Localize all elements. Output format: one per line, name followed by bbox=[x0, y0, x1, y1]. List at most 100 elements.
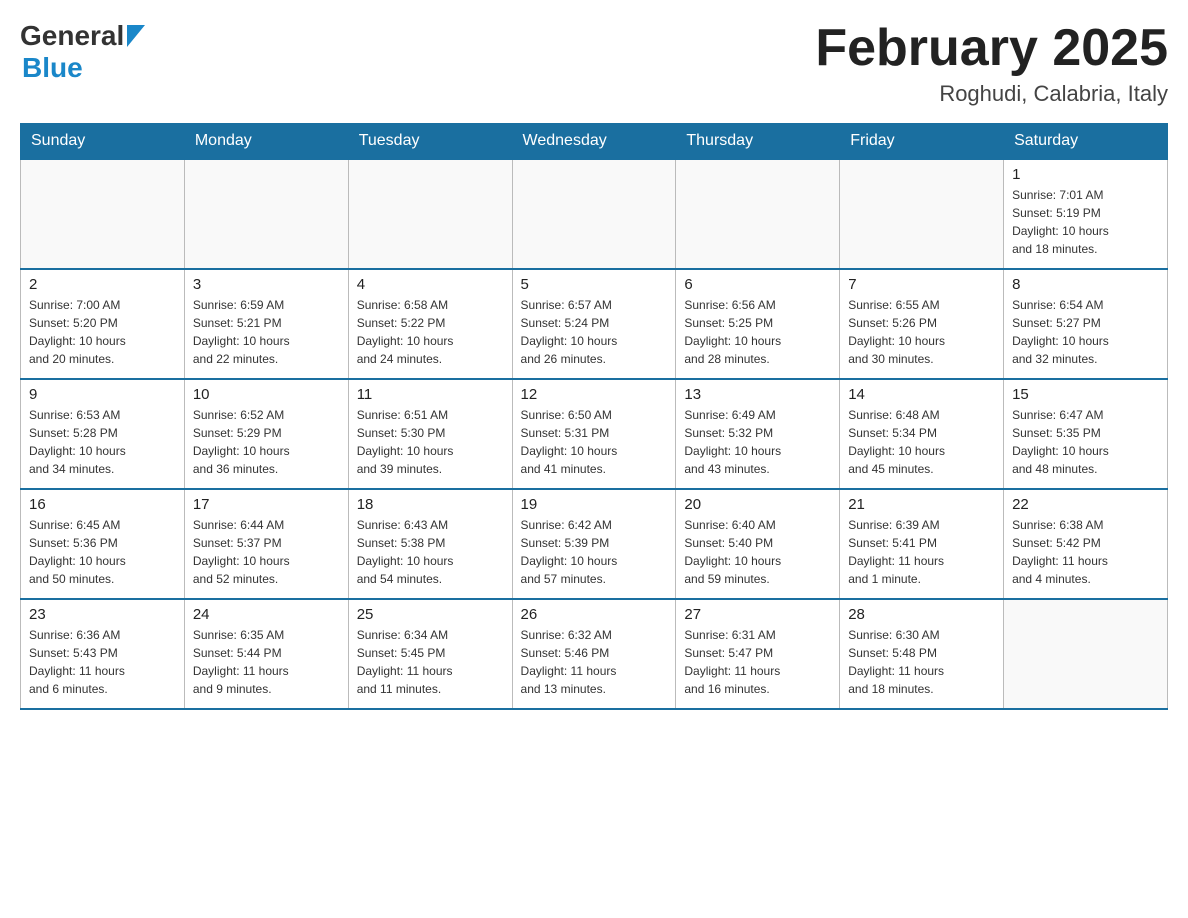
table-row: 28 Sunrise: 6:30 AMSunset: 5:48 PMDayligh… bbox=[840, 599, 1004, 709]
day-info: Sunrise: 6:57 AMSunset: 5:24 PMDaylight:… bbox=[521, 296, 668, 368]
table-row: 7 Sunrise: 6:55 AMSunset: 5:26 PMDaylight… bbox=[840, 269, 1004, 379]
table-row: 23Sunrise: 6:36 AMSunset: 5:43 PMDayligh… bbox=[21, 599, 185, 709]
day-info: Sunrise: 7:01 AMSunset: 5:19 PMDaylight:… bbox=[1012, 186, 1159, 258]
day-number: 6 bbox=[684, 276, 831, 293]
header-sunday: Sunday bbox=[21, 124, 185, 160]
month-title: February 2025 bbox=[815, 20, 1168, 77]
day-info: Sunrise: 6:30 AMSunset: 5:48 PMDaylight:… bbox=[848, 626, 995, 698]
day-number: 7 bbox=[848, 276, 995, 293]
header-saturday: Saturday bbox=[1004, 124, 1168, 160]
title-block: February 2025 Roghudi, Calabria, Italy bbox=[815, 20, 1168, 107]
day-info: Sunrise: 6:53 AMSunset: 5:28 PMDaylight:… bbox=[29, 406, 176, 478]
calendar-week-5: 23Sunrise: 6:36 AMSunset: 5:43 PMDayligh… bbox=[21, 599, 1168, 709]
table-row: 25 Sunrise: 6:34 AMSunset: 5:45 PMDayligh… bbox=[348, 599, 512, 709]
day-info: Sunrise: 6:35 AMSunset: 5:44 PMDaylight:… bbox=[193, 626, 340, 698]
day-info: Sunrise: 6:43 AMSunset: 5:38 PMDaylight:… bbox=[357, 516, 504, 588]
table-row: 3Sunrise: 6:59 AMSunset: 5:21 PMDaylight… bbox=[184, 269, 348, 379]
day-number: 15 bbox=[1012, 386, 1159, 403]
day-number: 18 bbox=[357, 496, 504, 513]
day-info: Sunrise: 6:47 AMSunset: 5:35 PMDaylight:… bbox=[1012, 406, 1159, 478]
day-number: 21 bbox=[848, 496, 995, 513]
table-row: 27 Sunrise: 6:31 AMSunset: 5:47 PMDayligh… bbox=[676, 599, 840, 709]
table-row: 5Sunrise: 6:57 AMSunset: 5:24 PMDaylight… bbox=[512, 269, 676, 379]
logo-arrow-icon bbox=[127, 25, 145, 47]
header-wednesday: Wednesday bbox=[512, 124, 676, 160]
day-info: Sunrise: 6:56 AMSunset: 5:25 PMDaylight:… bbox=[684, 296, 831, 368]
day-info: Sunrise: 7:00 AMSunset: 5:20 PMDaylight:… bbox=[29, 296, 176, 368]
calendar-week-1: 1 Sunrise: 7:01 AMSunset: 5:19 PMDaylight… bbox=[21, 159, 1168, 269]
table-row: 13Sunrise: 6:49 AMSunset: 5:32 PMDayligh… bbox=[676, 379, 840, 489]
location-title: Roghudi, Calabria, Italy bbox=[815, 81, 1168, 107]
day-info: Sunrise: 6:54 AMSunset: 5:27 PMDaylight:… bbox=[1012, 296, 1159, 368]
day-number: 24 bbox=[193, 606, 340, 623]
day-number: 25 bbox=[357, 606, 504, 623]
table-row: 8 Sunrise: 6:54 AMSunset: 5:27 PMDaylight… bbox=[1004, 269, 1168, 379]
table-row: 22Sunrise: 6:38 AMSunset: 5:42 PMDayligh… bbox=[1004, 489, 1168, 599]
calendar-week-4: 16 Sunrise: 6:45 AMSunset: 5:36 PMDayligh… bbox=[21, 489, 1168, 599]
day-info: Sunrise: 6:42 AMSunset: 5:39 PMDaylight:… bbox=[521, 516, 668, 588]
table-row: 14 Sunrise: 6:48 AMSunset: 5:34 PMDayligh… bbox=[840, 379, 1004, 489]
day-info: Sunrise: 6:49 AMSunset: 5:32 PMDaylight:… bbox=[684, 406, 831, 478]
day-number: 14 bbox=[848, 386, 995, 403]
day-info: Sunrise: 6:45 AMSunset: 5:36 PMDaylight:… bbox=[29, 516, 176, 588]
day-number: 12 bbox=[521, 386, 668, 403]
page-header: General Blue February 2025 Roghudi, Cala… bbox=[20, 20, 1168, 107]
day-number: 4 bbox=[357, 276, 504, 293]
day-number: 20 bbox=[684, 496, 831, 513]
table-row: 2 Sunrise: 7:00 AMSunset: 5:20 PMDaylight… bbox=[21, 269, 185, 379]
table-row: 26Sunrise: 6:32 AMSunset: 5:46 PMDayligh… bbox=[512, 599, 676, 709]
table-row: 9 Sunrise: 6:53 AMSunset: 5:28 PMDaylight… bbox=[21, 379, 185, 489]
day-info: Sunrise: 6:40 AMSunset: 5:40 PMDaylight:… bbox=[684, 516, 831, 588]
day-info: Sunrise: 6:58 AMSunset: 5:22 PMDaylight:… bbox=[357, 296, 504, 368]
table-row bbox=[348, 159, 512, 269]
table-row bbox=[840, 159, 1004, 269]
table-row: 11 Sunrise: 6:51 AMSunset: 5:30 PMDayligh… bbox=[348, 379, 512, 489]
table-row: 12 Sunrise: 6:50 AMSunset: 5:31 PMDayligh… bbox=[512, 379, 676, 489]
day-info: Sunrise: 6:50 AMSunset: 5:31 PMDaylight:… bbox=[521, 406, 668, 478]
day-number: 10 bbox=[193, 386, 340, 403]
table-row bbox=[1004, 599, 1168, 709]
day-number: 17 bbox=[193, 496, 340, 513]
day-number: 26 bbox=[521, 606, 668, 623]
day-info: Sunrise: 6:36 AMSunset: 5:43 PMDaylight:… bbox=[29, 626, 176, 698]
table-row: 4 Sunrise: 6:58 AMSunset: 5:22 PMDaylight… bbox=[348, 269, 512, 379]
day-info: Sunrise: 6:44 AMSunset: 5:37 PMDaylight:… bbox=[193, 516, 340, 588]
day-number: 11 bbox=[357, 386, 504, 403]
table-row: 18 Sunrise: 6:43 AMSunset: 5:38 PMDayligh… bbox=[348, 489, 512, 599]
day-info: Sunrise: 6:31 AMSunset: 5:47 PMDaylight:… bbox=[684, 626, 831, 698]
day-number: 19 bbox=[521, 496, 668, 513]
table-row bbox=[512, 159, 676, 269]
calendar-week-3: 9 Sunrise: 6:53 AMSunset: 5:28 PMDaylight… bbox=[21, 379, 1168, 489]
table-row: 15 Sunrise: 6:47 AMSunset: 5:35 PMDayligh… bbox=[1004, 379, 1168, 489]
table-row bbox=[676, 159, 840, 269]
day-number: 3 bbox=[193, 276, 340, 293]
day-number: 2 bbox=[29, 276, 176, 293]
table-row: 1 Sunrise: 7:01 AMSunset: 5:19 PMDaylight… bbox=[1004, 159, 1168, 269]
header-thursday: Thursday bbox=[676, 124, 840, 160]
logo-general-text: General bbox=[20, 20, 124, 52]
day-number: 28 bbox=[848, 606, 995, 623]
day-info: Sunrise: 6:55 AMSunset: 5:26 PMDaylight:… bbox=[848, 296, 995, 368]
table-row: 21 Sunrise: 6:39 AMSunset: 5:41 PMDayligh… bbox=[840, 489, 1004, 599]
day-number: 22 bbox=[1012, 496, 1159, 513]
day-info: Sunrise: 6:51 AMSunset: 5:30 PMDaylight:… bbox=[357, 406, 504, 478]
day-number: 1 bbox=[1012, 166, 1159, 183]
day-number: 8 bbox=[1012, 276, 1159, 293]
day-number: 9 bbox=[29, 386, 176, 403]
table-row: 19 Sunrise: 6:42 AMSunset: 5:39 PMDayligh… bbox=[512, 489, 676, 599]
table-row: 24 Sunrise: 6:35 AMSunset: 5:44 PMDayligh… bbox=[184, 599, 348, 709]
header-monday: Monday bbox=[184, 124, 348, 160]
table-row bbox=[184, 159, 348, 269]
table-row: 10Sunrise: 6:52 AMSunset: 5:29 PMDayligh… bbox=[184, 379, 348, 489]
day-number: 27 bbox=[684, 606, 831, 623]
weekday-header-row: Sunday Monday Tuesday Wednesday Thursday… bbox=[21, 124, 1168, 160]
day-info: Sunrise: 6:34 AMSunset: 5:45 PMDaylight:… bbox=[357, 626, 504, 698]
logo-blue-text: Blue bbox=[22, 52, 83, 84]
table-row: 20 Sunrise: 6:40 AMSunset: 5:40 PMDayligh… bbox=[676, 489, 840, 599]
day-info: Sunrise: 6:48 AMSunset: 5:34 PMDaylight:… bbox=[848, 406, 995, 478]
logo: General Blue bbox=[20, 20, 145, 84]
day-number: 16 bbox=[29, 496, 176, 513]
table-row: 6 Sunrise: 6:56 AMSunset: 5:25 PMDaylight… bbox=[676, 269, 840, 379]
day-info: Sunrise: 6:39 AMSunset: 5:41 PMDaylight:… bbox=[848, 516, 995, 588]
calendar-table: Sunday Monday Tuesday Wednesday Thursday… bbox=[20, 123, 1168, 710]
